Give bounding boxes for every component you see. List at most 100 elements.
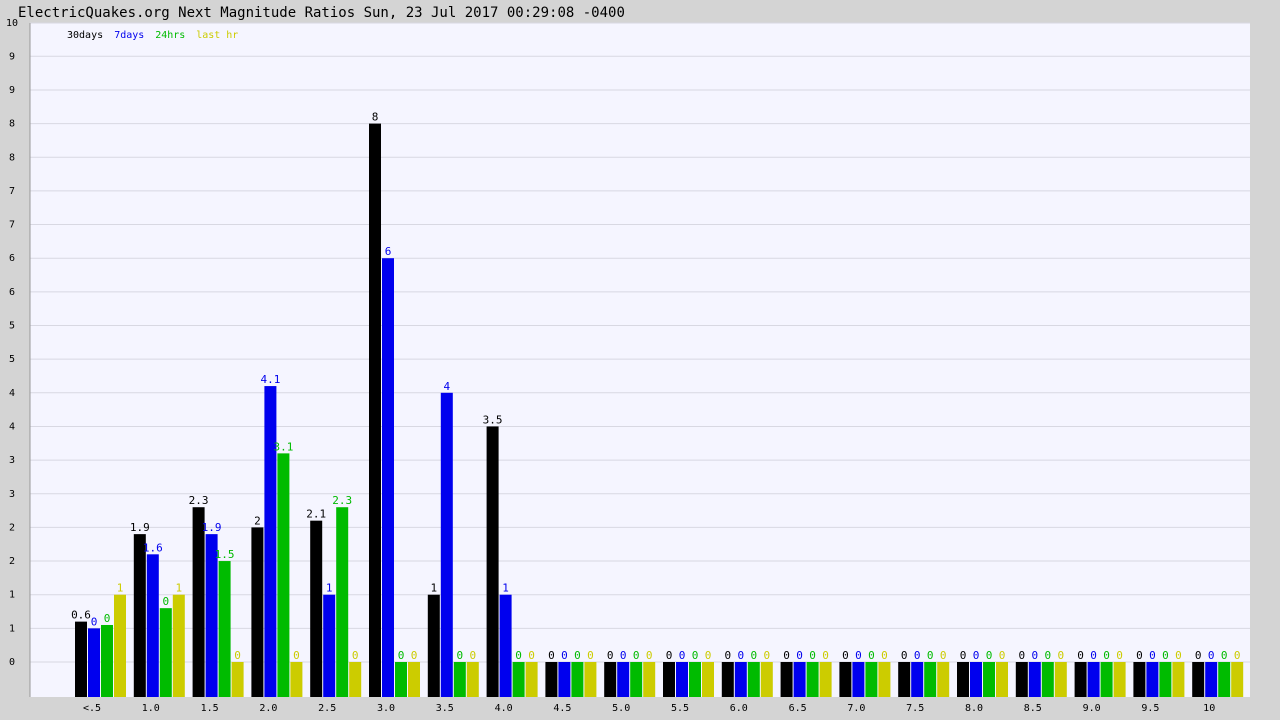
bar <box>1113 662 1126 697</box>
bar <box>146 554 159 697</box>
y-tick-label: 2 <box>9 556 15 567</box>
bar <box>1172 662 1185 697</box>
bar <box>734 662 747 697</box>
y-tick-label: 9 <box>9 51 15 62</box>
bar-value-label: 1 <box>326 582 333 595</box>
x-tick-label: 10 <box>1203 703 1215 714</box>
bar-value-label: 0 <box>1208 649 1215 662</box>
bar <box>852 662 865 697</box>
bar-value-label: 0 <box>646 649 653 662</box>
bar-value-label: 0 <box>620 649 627 662</box>
bar <box>231 662 244 697</box>
bar <box>937 662 950 697</box>
y-tick-label: 9 <box>9 85 15 96</box>
bar-value-label: 0 <box>1018 649 1025 662</box>
x-tick-label: <.5 <box>83 703 101 714</box>
bar <box>1218 662 1231 697</box>
bar-value-label: 0 <box>763 649 770 662</box>
bar-value-label: 0 <box>679 649 686 662</box>
bar-value-label: 8 <box>372 111 379 124</box>
y-tick-label: 8 <box>9 152 15 163</box>
bar-value-label: 1 <box>502 582 509 595</box>
bar <box>819 662 832 697</box>
bar <box>336 507 349 697</box>
chart-svg: 011223344556677889910<.50.60 011.01.91.60… <box>6 18 1250 714</box>
bar <box>1041 662 1054 697</box>
bar-value-label: 0 <box>456 649 463 662</box>
bar <box>1146 662 1159 697</box>
bar <box>924 662 937 697</box>
bar <box>277 453 290 697</box>
bar <box>218 561 231 697</box>
bar-value-label: 1 <box>430 582 437 595</box>
x-tick-label: 2.5 <box>318 703 336 714</box>
x-tick-label: 2.0 <box>259 703 277 714</box>
bar <box>133 534 146 697</box>
bar-value-label: 2.3 <box>189 494 209 507</box>
bar <box>839 662 852 697</box>
bar <box>676 662 688 697</box>
y-tick-label: 0 <box>9 657 15 668</box>
bar-value-label: 0 <box>737 649 744 662</box>
y-tick-label: 6 <box>9 253 15 264</box>
bar-value-label: 1.9 <box>130 521 150 534</box>
bar-value-label: 0 <box>528 649 535 662</box>
legend-item: last hr <box>196 30 238 41</box>
bar <box>114 594 126 697</box>
bar-value-label: 1.5 <box>215 548 235 561</box>
x-tick-label: 9.5 <box>1141 703 1159 714</box>
bar-value-label: 0 <box>587 649 594 662</box>
bar-value-label: 1 <box>117 582 124 595</box>
bar-value-label: 0 <box>1136 649 1143 662</box>
bar <box>643 662 656 697</box>
bar-value-label: 0 <box>607 649 614 662</box>
bar <box>865 662 878 697</box>
bar-value-label: 0 <box>162 595 169 608</box>
bar-value-label: 0 <box>411 649 418 662</box>
bar <box>1054 662 1067 697</box>
bar <box>957 662 969 697</box>
bar-value-label: 0 <box>1221 649 1228 662</box>
bar <box>558 662 571 697</box>
bar <box>1087 662 1100 697</box>
y-tick-label: 1 <box>9 590 15 601</box>
bar-value-label: 0 <box>1162 649 1169 662</box>
bar-value-label: 0 <box>1149 649 1156 662</box>
bar-value-label: 0 <box>1077 649 1084 662</box>
bar-value-label: 0 <box>561 649 568 662</box>
bar-value-label: 0 <box>705 649 712 662</box>
bar-value-label: 0 <box>822 649 829 662</box>
bar <box>395 662 407 697</box>
bar <box>911 662 924 697</box>
bar-value-label: 0 <box>927 649 934 662</box>
bar <box>780 662 793 697</box>
legend-item: 24hrs <box>155 30 185 41</box>
y-tick-label: 6 <box>9 287 15 298</box>
bar-value-label: 0 <box>796 649 803 662</box>
y-tick-label: 7 <box>9 220 15 231</box>
bar-value-label: 0 <box>1195 649 1202 662</box>
bar <box>192 507 205 697</box>
bar <box>702 662 714 697</box>
bar <box>310 520 323 697</box>
bar-value-label: 0 <box>91 615 98 628</box>
bar-value-label: 3.1 <box>273 440 293 453</box>
bar <box>663 662 675 697</box>
x-tick-label: 5.5 <box>671 703 689 714</box>
bar-value-label: 0 <box>1175 649 1182 662</box>
bar-value-label: 0 <box>1090 649 1097 662</box>
x-tick-label: 8.0 <box>965 703 983 714</box>
legend-item: 30days <box>67 30 103 41</box>
bar <box>970 662 982 697</box>
bar-value-label: 0 <box>783 649 790 662</box>
bar <box>617 662 630 697</box>
bar-value-label: 3.5 <box>483 413 503 426</box>
bar <box>323 594 336 697</box>
x-tick-label: 4.5 <box>553 703 571 714</box>
bar-value-label: 0 <box>234 649 241 662</box>
bar-value-label: 0 <box>724 649 731 662</box>
bar-value-label: 0 <box>1234 649 1241 662</box>
bar-value-label: 0 <box>914 649 921 662</box>
bar-value-label: 0 <box>973 649 980 662</box>
bar-value-label: 0 <box>842 649 849 662</box>
